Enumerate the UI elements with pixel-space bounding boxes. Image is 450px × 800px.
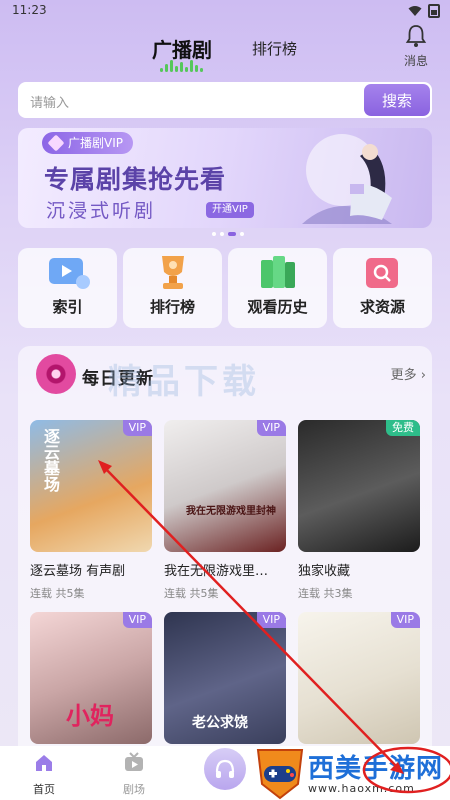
vip-banner[interactable]: 广播剧VIP 专属剧集抢先看 沉浸式听剧 开通VIP: [18, 128, 432, 228]
tv-icon: [125, 752, 143, 771]
gamepad-shield-icon: [256, 749, 304, 800]
quick-index[interactable]: 索引: [18, 248, 117, 328]
drama-card[interactable]: 我在无限游戏里封神 VIP 我在无限游戏里… 连载 共5集: [164, 420, 286, 601]
nav-listen-button[interactable]: [204, 748, 246, 790]
drama-title: 独家收藏: [298, 564, 351, 579]
search-resource-icon: [365, 258, 398, 288]
index-icon: [48, 258, 90, 289]
drama-card[interactable]: VIP: [298, 612, 420, 744]
headphones-icon: [215, 759, 235, 778]
message-label: 消息: [403, 54, 428, 68]
drama-meta: 连载 共5集: [164, 587, 219, 600]
open-vip-button[interactable]: 开通VIP: [206, 202, 254, 218]
search-button[interactable]: 搜索: [364, 84, 430, 116]
drama-title: 我在无限游戏里…: [164, 564, 269, 579]
tab-ranking[interactable]: 排行榜: [252, 38, 297, 59]
drama-card[interactable]: 逐云墓场 VIP 逐云墓场 有声剧 连载 共5集: [30, 420, 152, 601]
quick-ranking-label: 排行榜: [149, 298, 195, 316]
drama-card[interactable]: 免费 独家收藏 连载 共3集: [298, 420, 420, 601]
drama-card[interactable]: 小妈 VIP: [30, 612, 152, 744]
site-name: 西美手游网: [308, 754, 444, 784]
vip-tag-label: 广播剧VIP: [68, 136, 123, 150]
quick-request[interactable]: 求资源: [333, 248, 432, 328]
banner-illustration: [302, 134, 392, 224]
nav-theater-label: 剧场: [123, 783, 145, 796]
drama-meta: 连载 共3集: [298, 587, 353, 600]
top-header: 广播剧 排行榜 消息: [0, 24, 450, 74]
search-bar[interactable]: 请输入 搜索: [18, 82, 432, 118]
site-url: www.haoxm.com: [308, 782, 415, 795]
daily-updates-section: 每日更新 精品下载 更多 › 逐云墓场 VIP 逐云墓场 有声剧 连载 共5集 …: [18, 346, 432, 766]
trophy-icon: [161, 256, 184, 289]
diamond-icon: [47, 134, 65, 152]
quick-history-label: 观看历史: [247, 298, 308, 316]
quick-entry-grid: 索引 排行榜 观看历史 求资源: [18, 248, 432, 328]
banner-pagination: [212, 232, 244, 236]
nav-theater[interactable]: 剧场: [110, 752, 158, 797]
vip-badge: VIP: [122, 612, 152, 628]
banner-subtitle: 沉浸式听剧: [46, 200, 157, 222]
vip-badge: VIP: [122, 420, 152, 436]
wifi-icon: [408, 6, 422, 16]
nav-home-label: 首页: [33, 783, 55, 796]
drama-cover[interactable]: 我在无限游戏里封神 VIP: [164, 420, 286, 552]
quick-index-label: 索引: [52, 298, 83, 316]
banner-title: 专属剧集抢先看: [44, 165, 227, 194]
cover-title: 老公求饶: [192, 715, 248, 731]
free-badge: 免费: [386, 420, 420, 436]
quick-request-label: 求资源: [359, 298, 405, 316]
more-link[interactable]: 更多 ›: [391, 364, 426, 383]
drama-cover[interactable]: 老公求饶 VIP: [164, 612, 286, 744]
cover-title: 逐云墓场: [41, 428, 60, 492]
search-input[interactable]: 请输入: [30, 92, 69, 111]
status-time: 11:23: [12, 3, 47, 17]
message-button[interactable]: 消息: [400, 24, 432, 69]
cover-title: 我在无限游戏里封神: [186, 506, 276, 517]
drama-cover[interactable]: 逐云墓场 VIP: [30, 420, 152, 552]
site-watermark-logo: 西美手游网 www.haoxm.com: [252, 746, 450, 800]
vip-badge: VIP: [256, 612, 286, 628]
vip-badge: VIP: [256, 420, 286, 436]
history-icon: [260, 256, 295, 288]
more-label: 更多: [390, 368, 417, 383]
watermark-text: 精品下载: [108, 362, 260, 402]
drama-title: 逐云墓场 有声剧: [30, 564, 126, 579]
status-bar: 11:23: [0, 0, 450, 22]
home-icon: [36, 755, 52, 771]
battery-icon: [428, 4, 440, 18]
quick-ranking[interactable]: 排行榜: [123, 248, 222, 328]
nav-home[interactable]: 首页: [20, 752, 68, 797]
vinyl-disc-icon: [36, 354, 76, 394]
tab-audio-drama[interactable]: 广播剧: [152, 34, 212, 63]
cover-title: 小妈: [66, 702, 114, 730]
tab-active-indicator: [160, 60, 210, 72]
drama-card[interactable]: 老公求饶 VIP: [164, 612, 286, 744]
drama-cover[interactable]: 小妈 VIP: [30, 612, 152, 744]
drama-meta: 连载 共5集: [30, 587, 85, 600]
vip-badge: VIP: [390, 612, 420, 628]
vip-tag: 广播剧VIP: [42, 132, 133, 154]
bell-icon: [405, 25, 427, 47]
drama-cover[interactable]: 免费: [298, 420, 420, 552]
quick-history[interactable]: 观看历史: [228, 248, 327, 328]
drama-cover[interactable]: VIP: [298, 612, 420, 744]
